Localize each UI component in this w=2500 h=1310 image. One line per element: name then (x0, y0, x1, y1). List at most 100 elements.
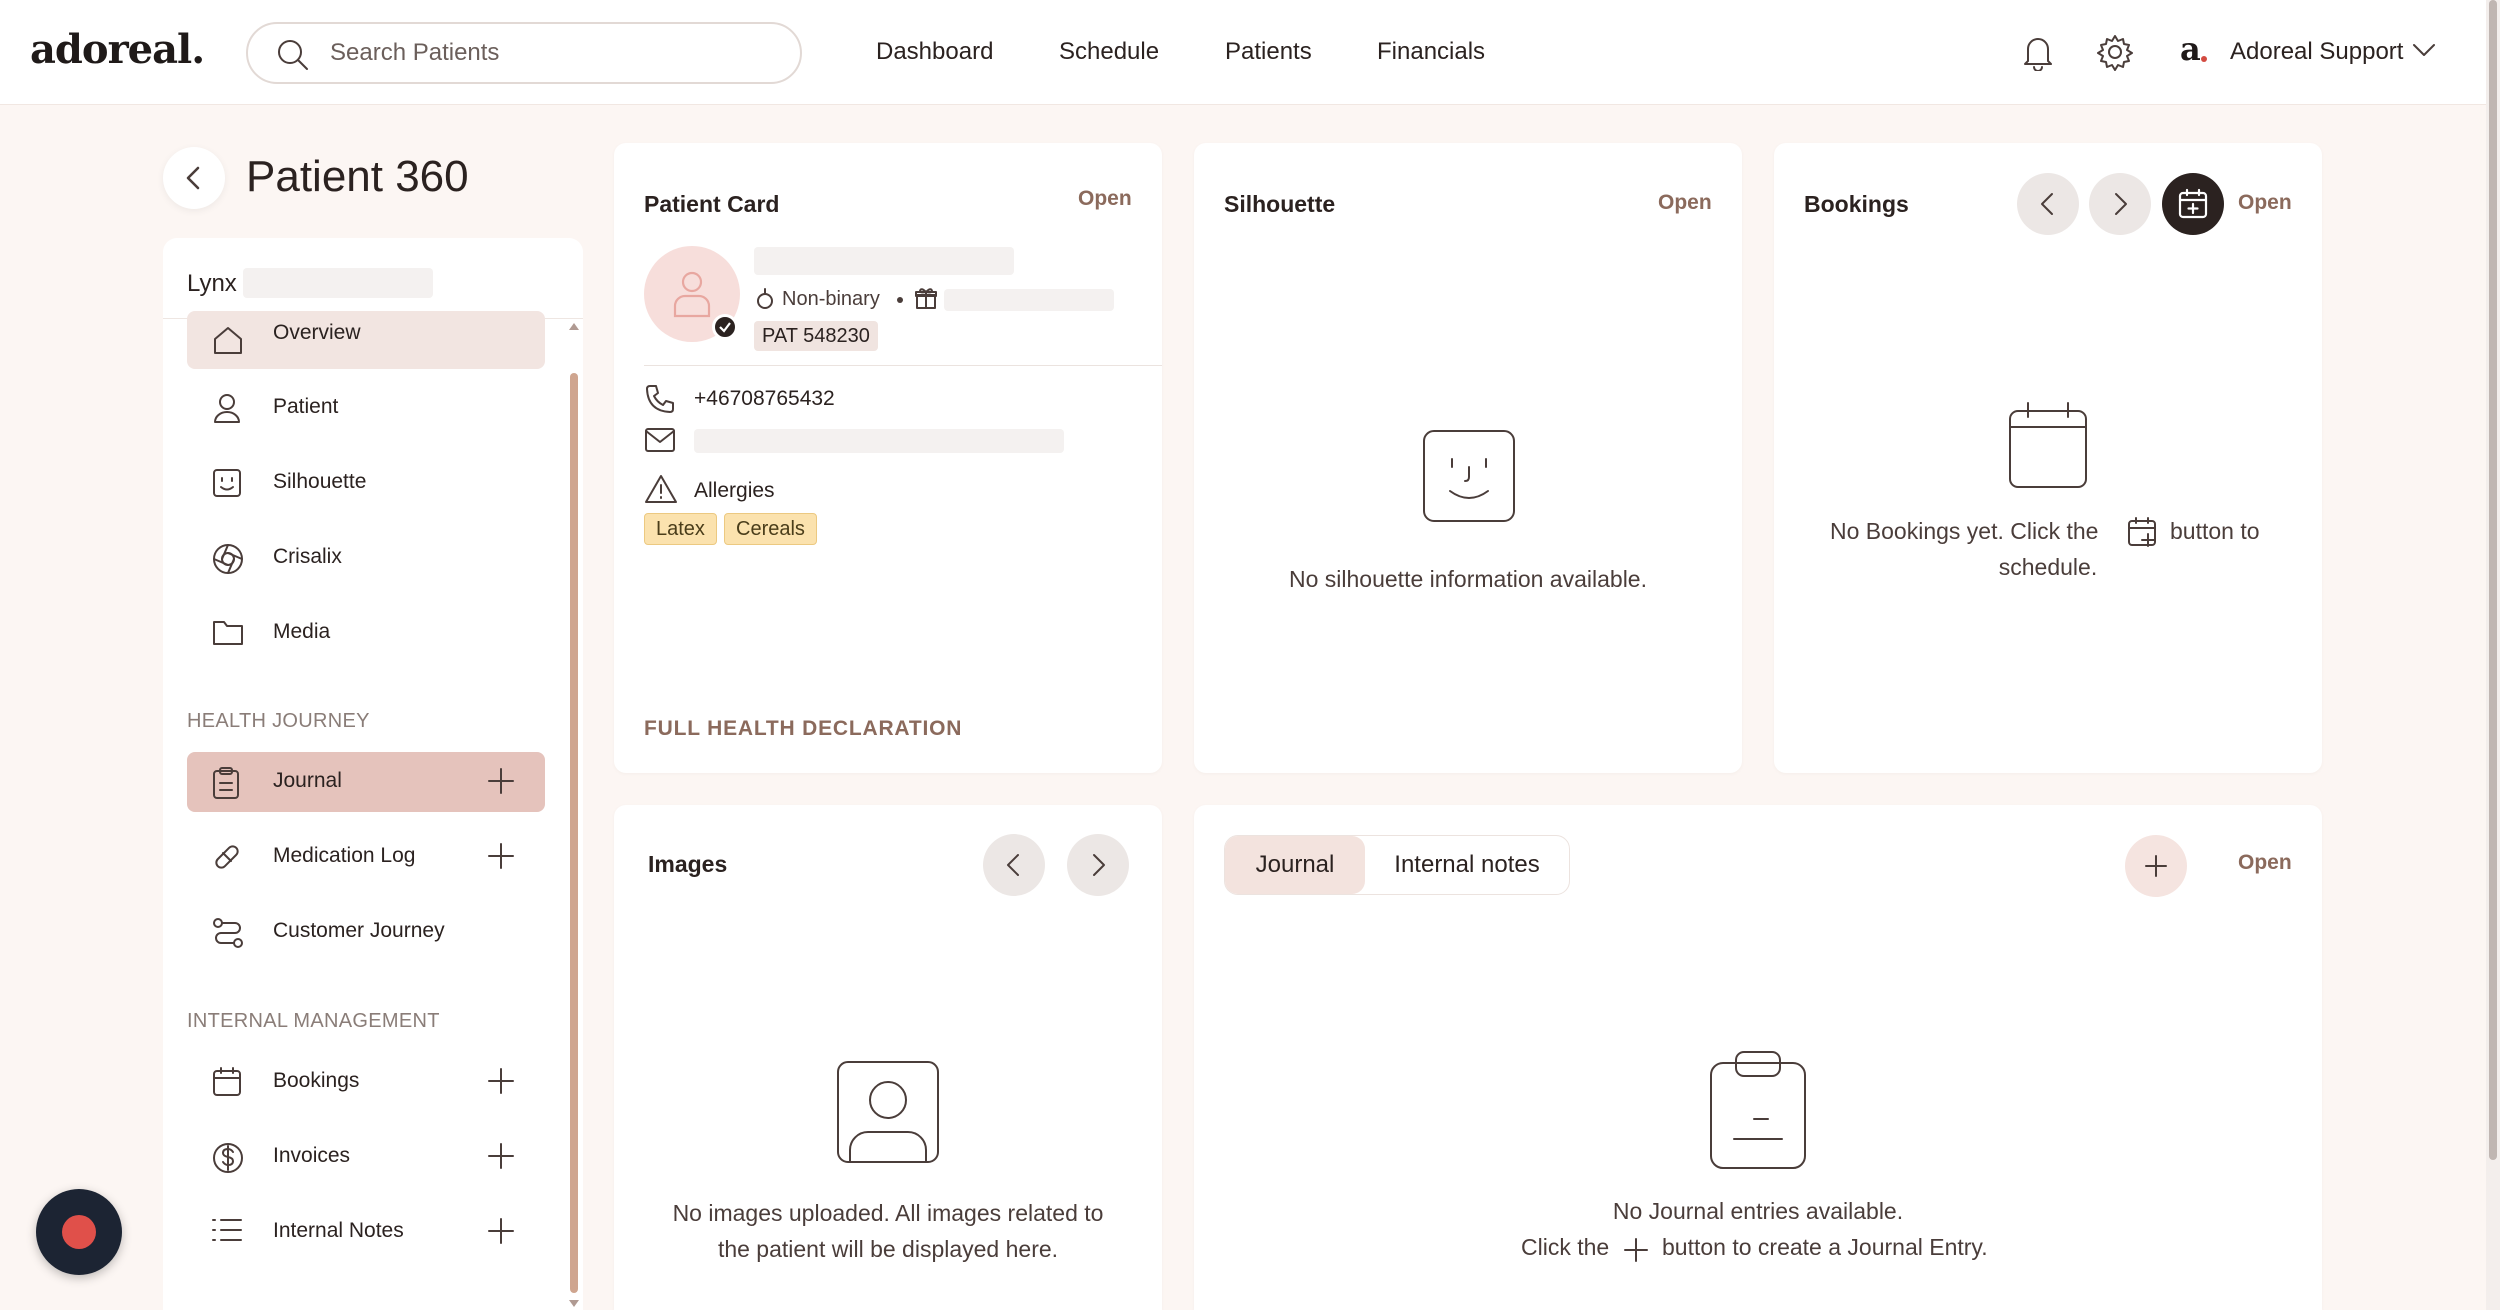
bookings-next-button[interactable] (2089, 173, 2151, 235)
search-input[interactable] (330, 34, 770, 72)
sidebar-item-journal[interactable]: Journal (187, 752, 545, 812)
add-internal-note-plus-icon[interactable] (487, 1217, 515, 1245)
bell-icon[interactable] (2022, 33, 2054, 71)
patient-name: Lynx (187, 270, 237, 297)
nav-financials[interactable]: Financials (1377, 38, 1485, 66)
tab-internal-notes[interactable]: Internal notes (1365, 836, 1569, 894)
nav-dashboard[interactable]: Dashboard (876, 38, 993, 66)
full-health-declaration-link[interactable]: FULL HEALTH DECLARATION (644, 717, 962, 741)
sidebar-item-bookings[interactable]: Bookings (187, 1052, 545, 1110)
birthdate-redacted (944, 289, 1114, 311)
scroll-up-arrow[interactable] (569, 323, 579, 330)
clipboard-icon (1710, 1051, 1806, 1169)
search-box[interactable] (246, 22, 802, 84)
images-prev-button[interactable] (983, 834, 1045, 896)
gender-icon (757, 288, 773, 309)
nav-patients[interactable]: Patients (1225, 38, 1312, 66)
chevron-left-icon (2041, 193, 2053, 215)
mail-icon (645, 428, 675, 452)
person-icon (673, 271, 711, 318)
patient-fullname-redacted (754, 247, 1014, 275)
home-icon (214, 327, 242, 354)
sidebar-item-patient[interactable]: Patient (187, 378, 545, 436)
search-icon (278, 40, 308, 70)
phone-icon (646, 385, 674, 413)
bookings-empty-text-end: button to (2170, 518, 2260, 544)
sidebar-item-label: Bookings (273, 1069, 360, 1092)
plus-icon (2145, 855, 2167, 877)
sidebar: Lynx Overview Patient Silhouette Crisali… (163, 238, 583, 1310)
scroll-down-arrow[interactable] (569, 1300, 579, 1307)
journal-tabs: Journal Internal notes (1224, 835, 1570, 895)
plus-icon (1624, 1238, 1648, 1262)
gear-icon[interactable] (2096, 33, 2134, 71)
page-scrollbar[interactable] (2486, 0, 2500, 1310)
record-button[interactable] (36, 1189, 122, 1275)
warning-icon (645, 475, 677, 503)
page-scrollbar-thumb[interactable] (2489, 0, 2497, 1160)
bookings-empty-text-line2: schedule. (1998, 554, 2098, 580)
sidebar-item-customer-journey[interactable]: Customer Journey (187, 902, 545, 960)
nav-schedule[interactable]: Schedule (1059, 38, 1159, 66)
sidebar-item-label: Crisalix (273, 545, 342, 568)
verified-badge (712, 314, 738, 340)
app-logo[interactable]: adoreal. (30, 26, 205, 73)
images-next-button[interactable] (1067, 834, 1129, 896)
page-title: Patient 360 (246, 152, 469, 201)
sidebar-item-internal-notes[interactable]: Internal Notes (187, 1202, 545, 1260)
journal-card: Journal Internal notes Open No Journal e… (1194, 805, 2322, 1310)
sidebar-item-medication-log[interactable]: Medication Log (187, 827, 545, 885)
sidebar-item-crisalix[interactable]: Crisalix (187, 528, 545, 586)
patient-card-title: Patient Card (644, 191, 780, 217)
silhouette-open-link[interactable]: Open (1658, 191, 1712, 215)
folder-icon (213, 621, 243, 645)
patient-card: Patient Card Open Non-binary PAT 548230 … (614, 143, 1162, 773)
add-journal-entry-button[interactable] (2125, 835, 2187, 897)
sidebar-item-silhouette[interactable]: Silhouette (187, 453, 545, 511)
add-booking-plus-icon[interactable] (487, 1067, 515, 1095)
calendar-add-icon (2128, 517, 2156, 547)
patient-card-divider (644, 365, 1162, 366)
sidebar-item-overview[interactable]: Overview (187, 311, 545, 369)
chevron-down-icon[interactable] (2412, 42, 2436, 58)
journal-empty-text-start: Click the (1521, 1234, 1610, 1260)
sidebar-item-media[interactable]: Media (187, 603, 545, 661)
sidebar-item-label: Overview (273, 321, 361, 344)
section-title-health-journey: HEALTH JOURNEY (187, 710, 370, 732)
chevron-left-icon (1007, 854, 1019, 876)
gift-icon (915, 288, 937, 309)
chevron-left-icon (186, 166, 200, 190)
add-medication-plus-icon[interactable] (487, 842, 515, 870)
sidebar-item-label: Internal Notes (273, 1219, 404, 1242)
bookings-open-link[interactable]: Open (2238, 191, 2292, 215)
patient-card-open-link[interactable]: Open (1078, 187, 1132, 211)
pill-icon (215, 845, 239, 869)
sidebar-scrollbar-thumb[interactable] (570, 373, 578, 1293)
images-card-title: Images (648, 851, 728, 877)
email-redacted (694, 429, 1064, 453)
bookings-prev-button[interactable] (2017, 173, 2079, 235)
avatar[interactable] (644, 246, 740, 342)
allergy-chip: Cereals (724, 513, 817, 545)
journal-open-link[interactable]: Open (2238, 851, 2292, 875)
images-card: Images No images uploaded. All images re… (614, 805, 1162, 1310)
aperture-icon (213, 544, 243, 574)
allergies-label: Allergies (694, 479, 775, 502)
sidebar-item-label: Customer Journey (273, 919, 445, 942)
sidebar-item-invoices[interactable]: Invoices (187, 1127, 545, 1185)
route-icon (213, 918, 243, 948)
patient-phone[interactable]: +46708765432 (694, 387, 835, 411)
back-button[interactable] (163, 147, 225, 209)
allergy-chip: Latex (644, 513, 717, 545)
check-icon (719, 322, 731, 333)
user-name[interactable]: Adoreal Support (2230, 38, 2403, 66)
images-empty-text-line2: the patient will be displayed here. (717, 1236, 1059, 1262)
bookings-card: Bookings Open No Bookings yet. Click the… (1774, 143, 2322, 773)
patient-surname-redacted (243, 268, 433, 298)
sidebar-scrollbar[interactable] (569, 323, 579, 1308)
list-icon (212, 1219, 242, 1241)
add-invoice-plus-icon[interactable] (487, 1142, 515, 1170)
tab-journal[interactable]: Journal (1225, 836, 1365, 894)
add-journal-plus-icon[interactable] (487, 767, 515, 795)
add-booking-button[interactable] (2162, 173, 2224, 235)
